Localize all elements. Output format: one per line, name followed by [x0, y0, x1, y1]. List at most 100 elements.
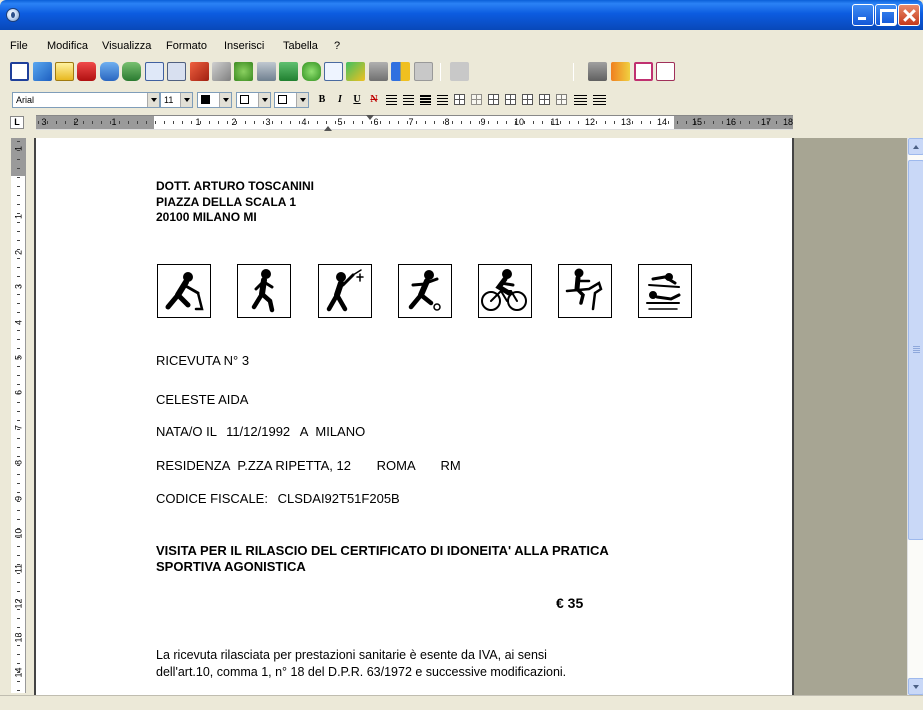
- justify-icon[interactable]: [420, 95, 431, 105]
- residence-province: RM: [440, 458, 461, 473]
- ruler-tick: [17, 321, 20, 322]
- patient-name: CELESTE AIDA: [156, 392, 249, 407]
- chevron-down-icon[interactable]: [147, 93, 159, 107]
- border-select[interactable]: [274, 92, 309, 108]
- ruler-tick: [461, 121, 462, 124]
- vertical-scrollbar[interactable]: [907, 138, 923, 695]
- preview-icon[interactable]: [324, 62, 343, 81]
- bullet-list-icon[interactable]: [574, 95, 587, 105]
- columns-icon[interactable]: [611, 62, 630, 81]
- app-icon[interactable]: [6, 8, 20, 22]
- font-name-select[interactable]: Arial: [12, 92, 160, 108]
- numbered-list-icon[interactable]: [593, 95, 606, 105]
- menu-inserisci[interactable]: Inserisci: [224, 40, 264, 52]
- scroll-thumb[interactable]: [908, 160, 923, 540]
- ruler-tick: [17, 159, 20, 160]
- ruler-scale[interactable]: 321123456789101112131415161718: [36, 115, 793, 131]
- globe-icon[interactable]: [100, 62, 119, 81]
- page-icon[interactable]: [634, 62, 653, 81]
- ruler-tick: [227, 121, 228, 124]
- chevron-down-icon[interactable]: [258, 93, 270, 107]
- chevron-down-icon[interactable]: [180, 93, 192, 107]
- table-merge-icon[interactable]: [522, 94, 533, 105]
- table-row-icon[interactable]: [488, 94, 499, 105]
- equestrian-icon: [558, 264, 612, 318]
- tiles-icon[interactable]: [391, 62, 410, 81]
- ruler-tick-label: 13: [13, 632, 24, 643]
- align-right-icon[interactable]: [437, 95, 448, 105]
- ruler-tick: [344, 121, 345, 124]
- table-delete-icon[interactable]: [556, 94, 567, 105]
- align-center-icon[interactable]: [403, 95, 414, 105]
- ruler-tick: [668, 121, 669, 124]
- arrow-left-icon[interactable]: [190, 62, 209, 81]
- chevron-down-icon[interactable]: [296, 93, 308, 107]
- ruler-tick: [17, 420, 20, 421]
- ruler-tick: [17, 357, 20, 358]
- ruler-tick-label: 4: [301, 117, 307, 127]
- menu-modifica[interactable]: Modifica: [47, 40, 88, 52]
- window-icon[interactable]: [145, 62, 164, 81]
- ruler-tick: [677, 121, 678, 124]
- scroll-up-button[interactable]: [908, 138, 923, 155]
- blank-icon[interactable]: [414, 62, 433, 81]
- mail-icon[interactable]: [656, 62, 675, 81]
- people-icon[interactable]: [234, 62, 253, 81]
- ruler-tick: [17, 591, 20, 592]
- ruler-tick: [623, 121, 624, 124]
- menu-visualizza[interactable]: Visualizza: [102, 40, 151, 52]
- print-icon[interactable]: [167, 62, 186, 81]
- left-indent-marker[interactable]: [324, 122, 332, 131]
- calculator-icon[interactable]: [369, 62, 388, 81]
- swimming-icon: [638, 264, 692, 318]
- ruler-tick: [245, 121, 246, 124]
- scroll-down-button[interactable]: [908, 678, 923, 695]
- ruler-tick: [17, 456, 20, 457]
- strikethrough-button[interactable]: N: [367, 93, 381, 107]
- table-column-icon[interactable]: [505, 94, 516, 105]
- heart-icon[interactable]: [77, 62, 96, 81]
- ruler-tick: [17, 204, 20, 205]
- save-icon[interactable]: [55, 62, 74, 81]
- ruler-tick-label: 1: [13, 146, 24, 152]
- document-area[interactable]: DOTT. ARTURO TOSCANINI PIAZZA DELLA SCAL…: [34, 138, 907, 695]
- bold-button[interactable]: B: [315, 93, 329, 107]
- ruler-tick-label: 8: [444, 117, 450, 127]
- menu-formato[interactable]: Formato: [166, 40, 207, 52]
- underline-button[interactable]: U: [350, 93, 364, 107]
- menu-help[interactable]: ?: [334, 40, 340, 52]
- document-page[interactable]: DOTT. ARTURO TOSCANINI PIAZZA DELLA SCAL…: [34, 138, 794, 695]
- text-color-select[interactable]: [197, 92, 232, 108]
- arrow-right-icon[interactable]: [212, 62, 231, 81]
- tools-icon[interactable]: [257, 62, 276, 81]
- font-size-select[interactable]: 11: [160, 92, 193, 108]
- vat-note-line1: La ricevuta rilasciata per prestazioni s…: [156, 648, 547, 662]
- new-document-icon[interactable]: [10, 62, 29, 81]
- earth-icon[interactable]: [122, 62, 141, 81]
- menu-tabella[interactable]: Tabella: [283, 40, 318, 52]
- first-line-indent-marker[interactable]: [366, 115, 374, 124]
- tab-stop-selector[interactable]: L: [10, 116, 24, 129]
- open-icon[interactable]: [33, 62, 52, 81]
- background-color-select[interactable]: [236, 92, 271, 108]
- refresh-icon[interactable]: [346, 62, 365, 81]
- ruler-tick: [317, 121, 318, 124]
- table-split-icon[interactable]: [539, 94, 550, 105]
- menu-file[interactable]: File: [10, 40, 28, 52]
- align-left-icon[interactable]: [386, 95, 397, 105]
- close-button[interactable]: [898, 4, 920, 26]
- vertical-ruler[interactable]: 11234567891011121314: [11, 138, 26, 693]
- ruler-tick: [17, 600, 20, 601]
- chart-icon[interactable]: [279, 62, 298, 81]
- chevron-down-icon[interactable]: [219, 93, 231, 107]
- grid-settings-icon[interactable]: [588, 62, 607, 81]
- minimize-button[interactable]: [852, 4, 874, 26]
- ruler-tick: [17, 294, 20, 295]
- puzzle-icon[interactable]: [302, 62, 321, 81]
- table-icon[interactable]: [454, 94, 465, 105]
- italic-button[interactable]: I: [333, 93, 347, 107]
- table-insert-icon[interactable]: [471, 94, 482, 105]
- ruler-tick: [17, 681, 20, 682]
- maximize-button[interactable]: [875, 4, 897, 26]
- format-toolbar: Arial 11 B I U N: [0, 88, 923, 110]
